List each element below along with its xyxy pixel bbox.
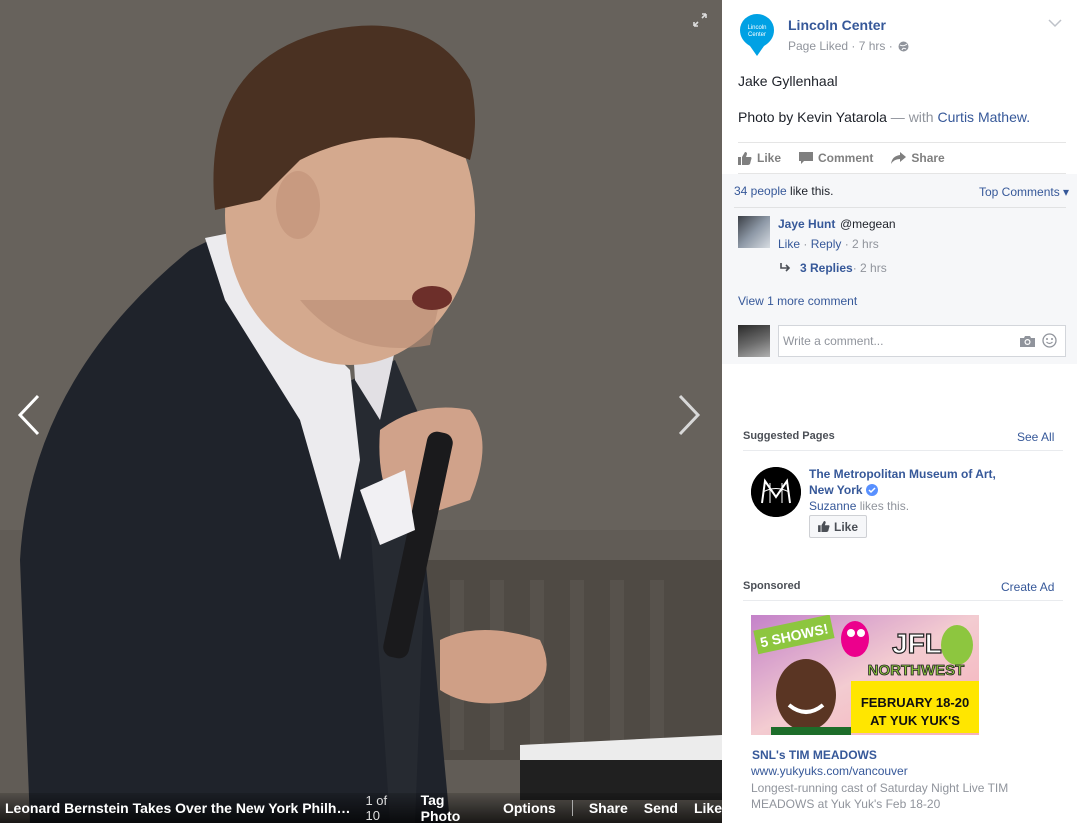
photo-stage: Leonard Bernstein Takes Over the New Yor… <box>0 0 722 823</box>
verified-badge-icon <box>865 484 878 496</box>
likes-suffix: like this. <box>786 184 834 198</box>
chevron-down-icon[interactable] <box>1048 18 1062 28</box>
ad-url[interactable]: www.yukyuks.com/vancouver <box>751 764 908 778</box>
view-replies-link[interactable]: 3 Replies <box>800 261 853 275</box>
likes-count-link[interactable]: 34 people <box>734 184 787 198</box>
svg-text:Center: Center <box>748 32 766 38</box>
like-button[interactable]: Like <box>738 151 781 165</box>
comment-actions: Like · Reply · 2 hrs <box>778 237 879 251</box>
svg-text:JFL: JFL <box>892 628 942 659</box>
ad-banner-image[interactable]: 5 SHOWS! JFL NORTHWEST FEBRUARY 18-20 AT… <box>751 615 979 735</box>
suggested-pages-heading: Suggested Pages <box>743 430 835 442</box>
suggested-page-name[interactable]: The Metropolitan Museum of Art, New York <box>809 466 999 498</box>
friend-link[interactable]: Suzanne <box>809 499 856 513</box>
right-panel: Lincoln Center Lincoln Center Page Liked… <box>722 0 1077 823</box>
replies-row: 3 Replies · 2 hrs <box>780 261 887 275</box>
post-meta-text: Page Liked · 7 hrs · <box>788 39 893 53</box>
thumbs-up-icon <box>738 151 752 165</box>
ad-description: Longest-running cast of Saturday Night L… <box>751 781 1009 811</box>
next-photo-arrow-icon[interactable] <box>668 390 708 440</box>
post-actions: Like Comment Share <box>738 142 1066 174</box>
comment-button[interactable]: Comment <box>799 151 873 165</box>
comment-reply-link[interactable]: Reply <box>811 237 842 251</box>
photo-count: 1 of 10 <box>365 793 388 823</box>
caption-divider <box>571 800 573 816</box>
expand-icon[interactable] <box>692 12 708 28</box>
ad-title[interactable]: SNL's TIM MEADOWS <box>752 748 877 762</box>
svg-text:NORTHWEST: NORTHWEST <box>868 662 965 679</box>
reply-arrow-icon <box>780 263 791 272</box>
like-photo-button[interactable]: Like <box>694 800 722 816</box>
suggested-divider <box>743 450 1063 451</box>
post-credit-text: Photo by Kevin Yatarola <box>738 109 887 125</box>
page-name[interactable]: Lincoln Center <box>788 17 886 33</box>
suggested-social-context: Suzanne likes this. <box>809 499 909 513</box>
options-button[interactable]: Options <box>503 800 556 816</box>
comments-divider <box>734 207 1066 208</box>
svg-text:Lincoln: Lincoln <box>747 25 766 31</box>
tag-photo-button[interactable]: Tag Photo <box>421 792 487 823</box>
replies-time: · 2 hrs <box>852 261 887 275</box>
svg-text:FEBRUARY 18-20: FEBRUARY 18-20 <box>861 695 969 710</box>
post-credit: Photo by Kevin Yatarola — with Curtis Ma… <box>738 109 1030 125</box>
comment-text: @megean <box>840 217 896 231</box>
create-ad-link[interactable]: Create Ad <box>1001 580 1054 594</box>
post-meta: Page Liked · 7 hrs · <box>788 39 909 53</box>
comment-icon <box>799 151 814 164</box>
comment-label: Comment <box>818 151 874 165</box>
main-photo <box>0 0 722 823</box>
social-suffix: likes this. <box>856 499 910 513</box>
comment-author[interactable]: Jaye Hunt <box>778 217 835 231</box>
like-page-label: Like <box>833 519 858 534</box>
view-more-comments-link[interactable]: View 1 more comment <box>738 294 857 308</box>
album-title[interactable]: Leonard Bernstein Takes Over the New Yor… <box>0 800 352 816</box>
commenter-avatar[interactable] <box>738 216 770 248</box>
post-text: Jake Gyllenhaal <box>738 73 838 89</box>
share-photo-button[interactable]: Share <box>589 800 628 816</box>
tagged-person-link[interactable]: Curtis Mathew. <box>938 109 1031 125</box>
like-page-button[interactable]: Like <box>809 515 867 538</box>
top-comments-dropdown[interactable]: Top Comments ▾ <box>979 185 1069 199</box>
post-with: — with <box>886 109 938 125</box>
thumbs-up-icon <box>818 521 830 532</box>
met-museum-logo[interactable] <box>751 467 801 517</box>
suggested-page-name-text[interactable]: The Metropolitan Museum of Art, New York <box>809 467 996 497</box>
lincoln-center-logo[interactable]: Lincoln Center <box>740 14 774 56</box>
previous-photo-arrow-icon[interactable] <box>10 390 50 440</box>
smiley-icon[interactable] <box>1042 333 1057 348</box>
see-all-link[interactable]: See All <box>1017 430 1054 444</box>
like-label: Like <box>757 151 782 165</box>
send-photo-button[interactable]: Send <box>644 800 678 816</box>
comment-time: · 2 hrs <box>841 237 879 251</box>
svg-text:AT YUK YUK'S: AT YUK YUK'S <box>870 713 960 728</box>
photo-caption-bar: Leonard Bernstein Takes Over the New Yor… <box>0 792 722 823</box>
share-button[interactable]: Share <box>891 151 945 165</box>
share-icon <box>891 151 907 164</box>
sponsored-divider <box>743 600 1063 601</box>
camera-icon[interactable] <box>1020 335 1035 347</box>
comment-like-link[interactable]: Like <box>778 237 800 251</box>
post: Lincoln Center Lincoln Center Page Liked… <box>722 0 1077 364</box>
sponsored-heading: Sponsored <box>743 580 801 592</box>
share-label: Share <box>911 151 945 165</box>
comments-section: 34 people like this. Top Comments ▾ Jaye… <box>722 174 1077 364</box>
current-user-avatar <box>738 325 770 357</box>
globe-icon <box>898 41 909 51</box>
likes-summary: 34 people like this. <box>734 184 833 198</box>
